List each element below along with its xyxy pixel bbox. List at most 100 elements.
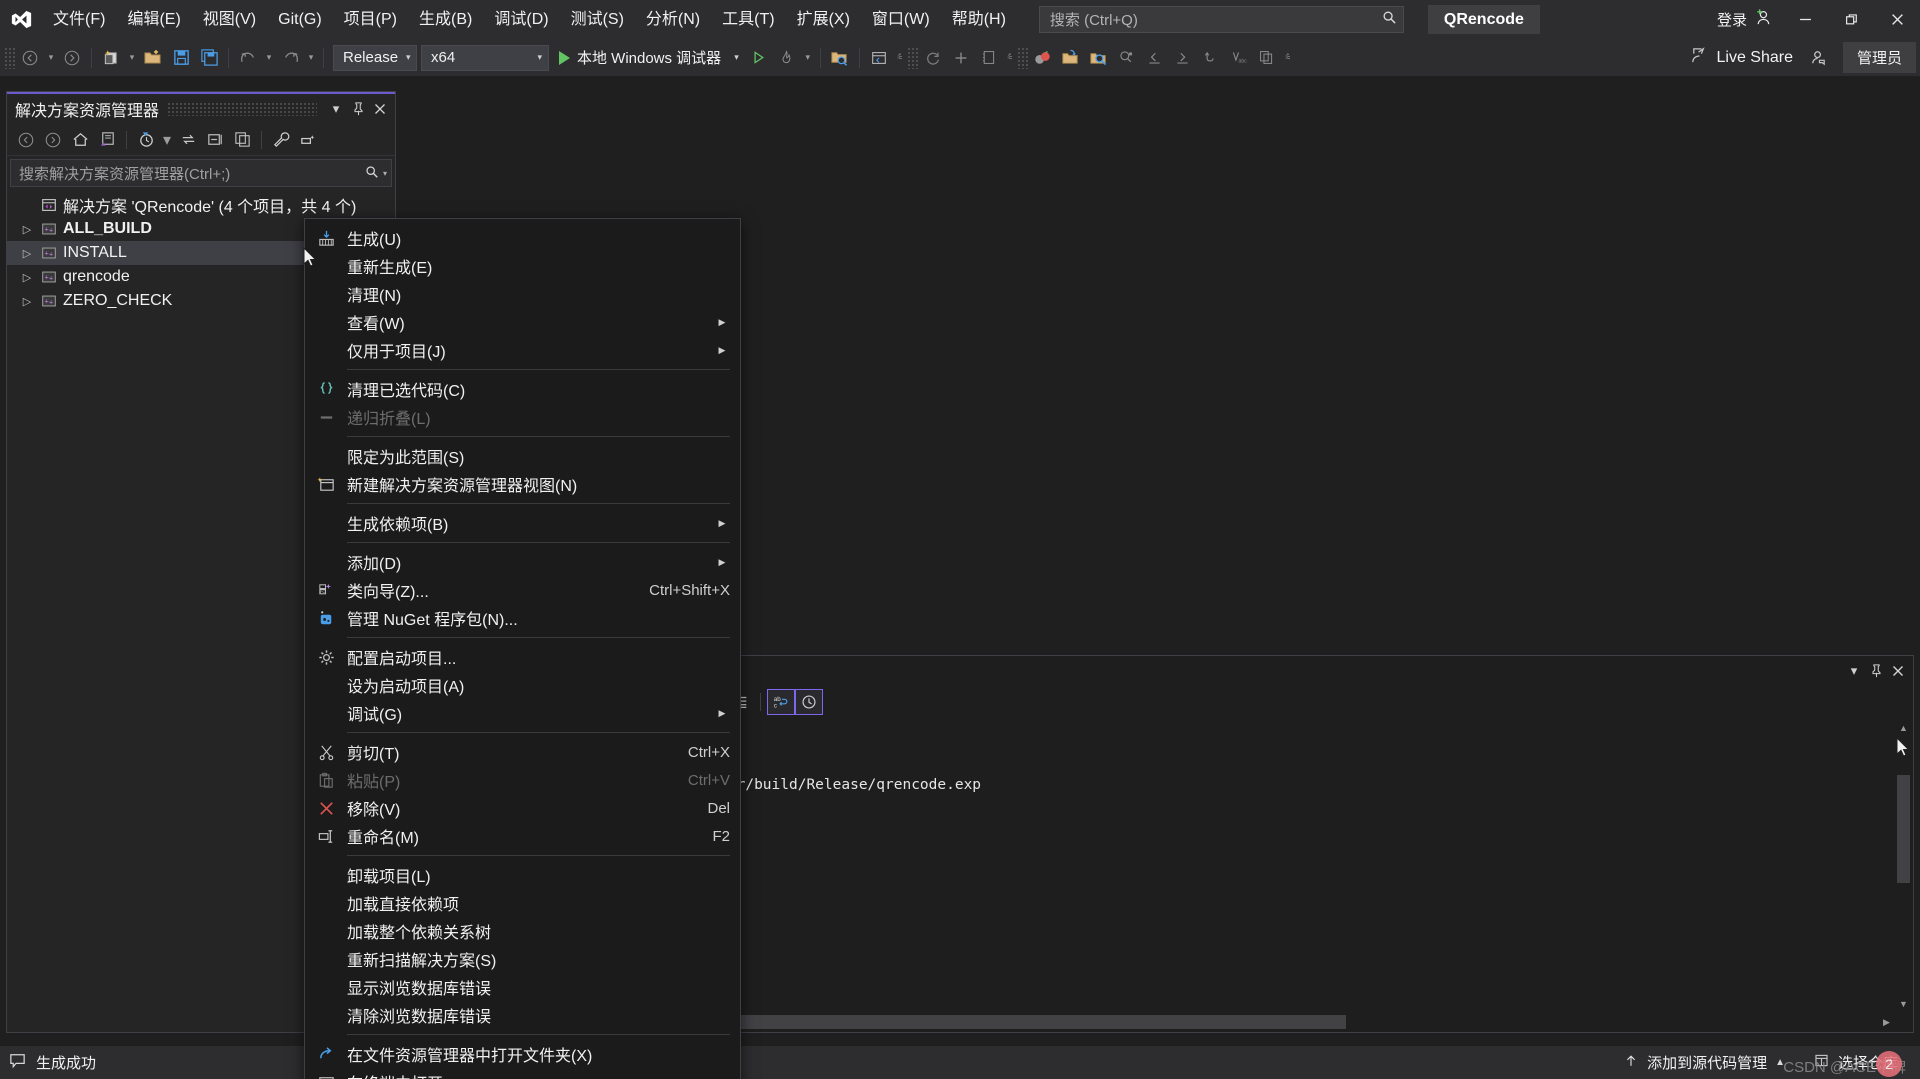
chevron-right-icon[interactable]: ▷ [17,247,37,260]
navigate-back-dropdown-icon[interactable]: ▾ [44,44,58,72]
solution-explorer-search[interactable]: 搜索解决方案资源管理器(Ctrl+;) ▾ [10,159,392,187]
preview-selected-items-icon[interactable] [295,127,321,153]
save-all-icon[interactable] [195,44,223,72]
chevron-down-icon[interactable]: ▾ [734,52,739,63]
restore-button[interactable] [1828,0,1874,39]
menu-item-open-folder-in-file-explorer[interactable]: 在文件资源管理器中打开文件夹(X) [305,1040,740,1068]
menu-file[interactable]: 文件(F) [42,0,116,39]
output-vertical-scrollbar[interactable]: ▲ ▼ [1895,719,1912,1012]
close-icon[interactable] [369,97,391,121]
quick-find-icon[interactable] [1113,44,1141,72]
show-all-files-icon[interactable] [229,127,255,153]
show-timestamps-icon[interactable] [795,689,823,715]
copy-with-format-icon[interactable] [1253,44,1281,72]
folder-refresh-icon[interactable] [1057,44,1085,72]
menu-item-rebuild[interactable]: 重新生成(E) [305,252,740,280]
open-file-icon[interactable] [139,44,167,72]
search-folder-icon[interactable] [826,44,854,72]
configuration-combobox[interactable]: Release ▾ [333,44,417,71]
menu-item-manage-nuget-packages[interactable]: 管理 NuGet 程序包(N)... [305,604,740,632]
menu-item-load-direct-dependencies[interactable]: 加载直接依赖项 [305,889,740,917]
undo-icon[interactable] [234,44,262,72]
hot-reload-icon[interactable] [773,44,801,72]
pin-icon[interactable] [347,97,369,121]
folder-search-icon[interactable] [1085,44,1113,72]
find-next-icon[interactable] [1169,44,1197,72]
notebook-dropdown-icon[interactable]: ⩯ [1003,44,1017,72]
menu-item-remove[interactable]: 移除(V) Del [305,794,740,822]
menu-item-rename[interactable]: 重命名(M) F2 [305,822,740,850]
menu-item-cut[interactable]: 剪切(T) Ctrl+X [305,738,740,766]
window-dropdown-icon[interactable]: ⩯ [893,44,907,72]
undo-dropdown-icon[interactable]: ▾ [262,44,276,72]
menu-item-open-in-terminal[interactable]: 在终端中打开 [305,1068,740,1079]
menu-item-new-solution-explorer-view[interactable]: 新建解决方案资源管理器视图(N) [305,470,740,498]
spell-check-icon[interactable]: abc [1225,44,1253,72]
navigate-forward-icon[interactable] [58,44,86,72]
chevron-right-icon[interactable]: ▷ [17,295,37,308]
forward-icon[interactable] [40,127,66,153]
menu-git[interactable]: Git(G) [267,0,333,39]
pin-icon[interactable] [1865,659,1887,683]
scroll-down-icon[interactable]: ▼ [1895,995,1912,1012]
find-previous-icon[interactable] [1141,44,1169,72]
pending-changes-filter-icon[interactable] [133,127,159,153]
toolbar-grip[interactable] [4,46,16,69]
toolbar-overflow-icon[interactable]: ⩯ [1281,44,1295,72]
start-debugging-button[interactable]: 本地 Windows 调试器 ▾ [549,44,745,72]
new-project-icon[interactable] [97,44,125,72]
menu-tools[interactable]: 工具(T) [711,0,785,39]
navigate-back-icon[interactable] [16,44,44,72]
send-feedback-icon[interactable] [1805,44,1833,72]
chevron-down-icon[interactable]: ▾ [383,169,387,178]
add-icon[interactable] [947,44,975,72]
sign-in-button[interactable]: 登录 [1707,0,1782,39]
close-button[interactable] [1874,0,1920,39]
scroll-thumb[interactable] [1897,775,1910,883]
menu-view[interactable]: 视图(V) [192,0,267,39]
menu-item-debug[interactable]: 调试(G) ▶ [305,699,740,727]
back-icon[interactable] [13,127,39,153]
menu-analyze[interactable]: 分析(N) [635,0,711,39]
menu-item-configure-startup-projects[interactable]: 配置启动项目... [305,643,740,671]
menu-item-set-as-startup-project[interactable]: 设为启动项目(A) [305,671,740,699]
undo-navigation-icon[interactable] [1197,44,1225,72]
menu-item-cleanup-selected-code[interactable]: 清理已选代码(C) [305,375,740,403]
collapse-all-icon[interactable] [202,127,228,153]
menu-window[interactable]: 窗口(W) [861,0,941,39]
home-icon[interactable] [67,127,93,153]
redo-icon[interactable] [276,44,304,72]
menu-item-clean[interactable]: 清理(N) [305,280,740,308]
close-icon[interactable] [1887,659,1909,683]
chevron-down-icon[interactable]: ▾ [1843,659,1865,683]
menu-item-show-browse-database-errors[interactable]: 显示浏览数据库错误 [305,973,740,1001]
notebook-icon[interactable] [975,44,1003,72]
save-icon[interactable] [167,44,195,72]
menu-bar[interactable]: 文件(F) 编辑(E) 视图(V) Git(G) 项目(P) 生成(B) 调试(… [42,0,1017,39]
menu-item-view[interactable]: 查看(W) ▶ [305,308,740,336]
start-without-debugging-icon[interactable] [745,44,773,72]
refresh-icon[interactable] [919,44,947,72]
project-context-menu[interactable]: 生成(U) 重新生成(E) 清理(N) 查看(W) ▶ 仅用于项目(J) ▶ 清… [304,218,741,1079]
menu-item-unload-project[interactable]: 卸载项目(L) [305,861,740,889]
menu-item-load-entire-dependency-tree[interactable]: 加载整个依赖关系树 [305,917,740,945]
tree-item-solution[interactable]: 解决方案 'QRencode' (4 个项目，共 4 个) [7,193,395,217]
menu-project[interactable]: 项目(P) [333,0,408,39]
menu-item-project-only[interactable]: 仅用于项目(J) ▶ [305,336,740,364]
platform-combobox[interactable]: x64 ▾ [421,44,549,71]
add-to-source-control-button[interactable]: 添加到源代码管理 ▲ [1609,1046,1799,1079]
menu-test[interactable]: 测试(S) [560,0,635,39]
menu-item-scope-to-this[interactable]: 限定为此范围(S) [305,442,740,470]
filter-dropdown-icon[interactable]: ▾ [160,127,174,153]
menu-extensions[interactable]: 扩展(X) [786,0,861,39]
toggle-word-wrap-icon[interactable]: ab c [767,689,795,715]
panel-drag-handle[interactable] [167,102,317,116]
chevron-right-icon[interactable]: ▷ [17,223,37,236]
live-share-button[interactable]: Live Share [1678,46,1805,70]
properties-icon[interactable] [268,127,294,153]
toolbar-grip[interactable] [906,46,919,69]
menu-help[interactable]: 帮助(H) [941,0,1017,39]
menu-build[interactable]: 生成(B) [408,0,483,39]
scroll-up-icon[interactable]: ▲ [1895,719,1912,736]
menu-debug[interactable]: 调试(D) [483,0,559,39]
